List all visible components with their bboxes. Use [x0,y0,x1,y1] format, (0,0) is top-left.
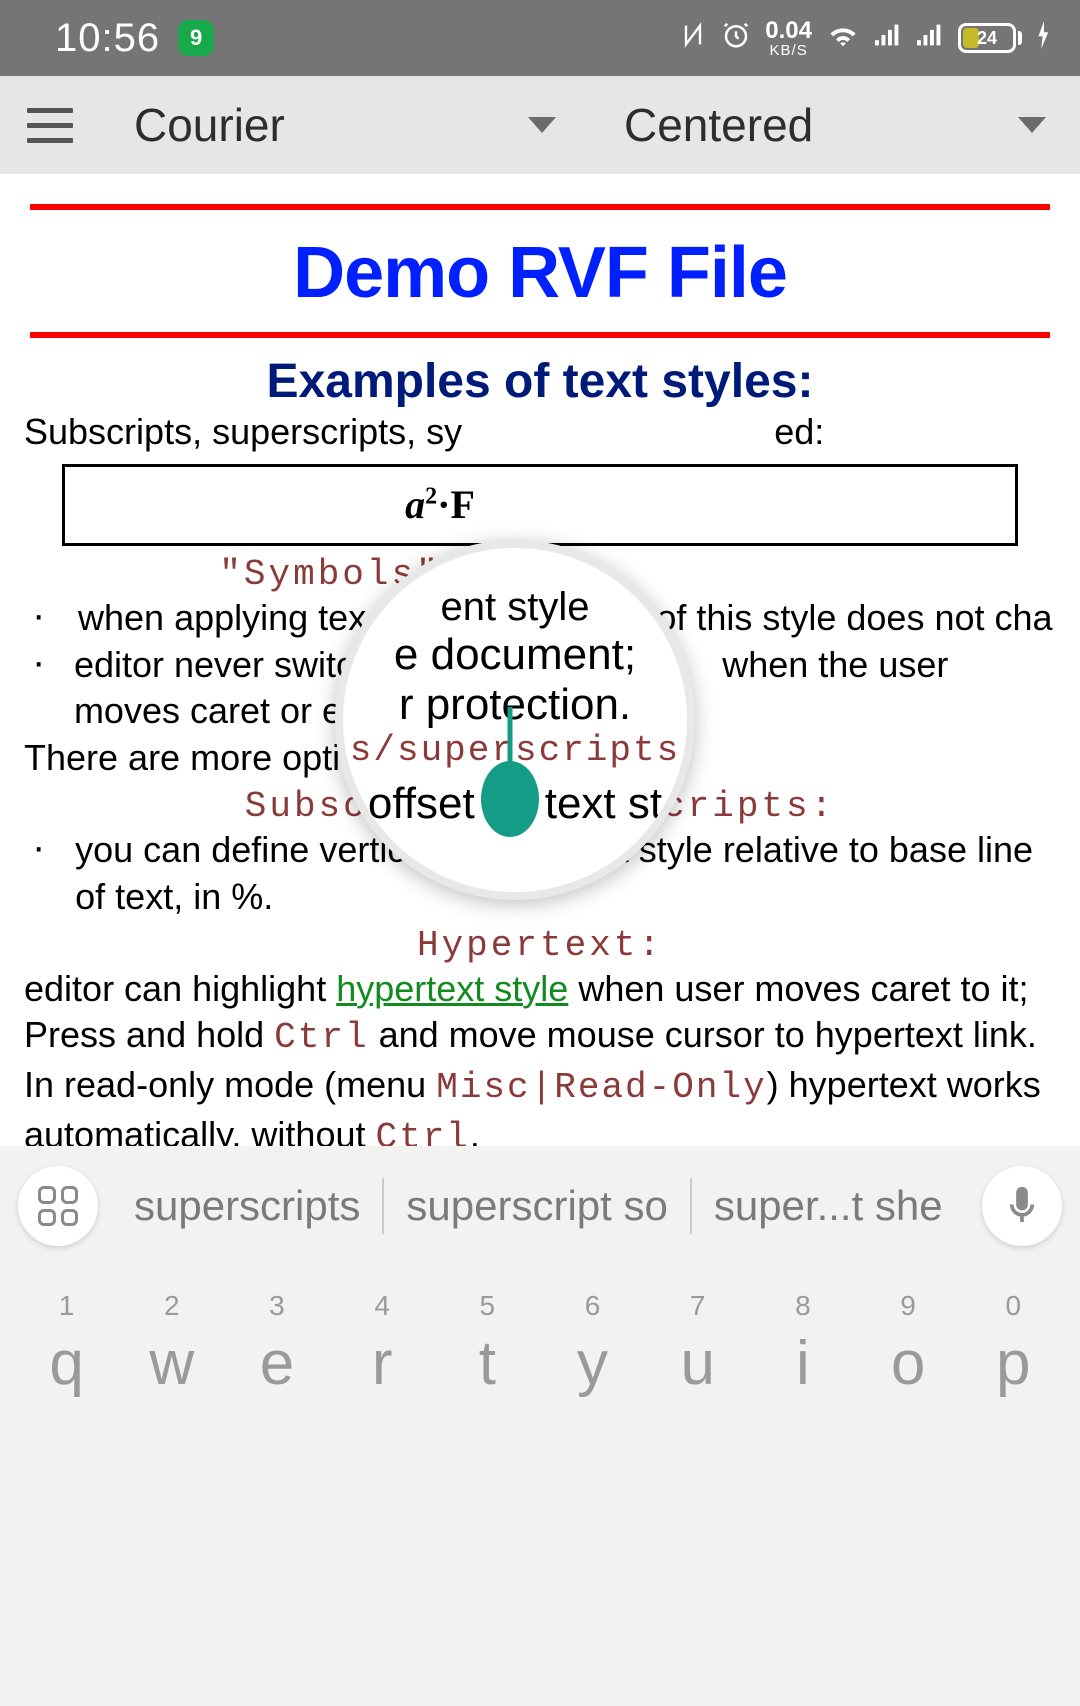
battery-icon: 24 [958,23,1022,53]
document-area[interactable]: Demo RVF File Examples of text styles: S… [0,174,1080,1146]
text-magnifier: ent style e document; r protection. s/su… [335,540,695,900]
microphone-icon [1004,1184,1040,1228]
voice-input-button[interactable] [982,1166,1062,1246]
apps-grid-icon [38,1186,78,1226]
wifi-icon [826,21,860,56]
align-dropdown-label: Centered [624,98,813,152]
key-q[interactable]: 1q [22,1290,112,1399]
status-left: 10:56 9 [55,16,214,61]
status-bar: 10:56 9 0.04 KB/S 24 [0,0,1080,76]
status-right: 0.04 KB/S 24 [679,19,1052,58]
formula-box: a2·F [62,464,1018,546]
align-dropdown[interactable]: Centered [590,76,1080,174]
font-dropdown-label: Courier [134,98,285,152]
charging-icon [1036,21,1052,56]
suggestion-list: superscripts superscript so super...t sh… [112,1178,968,1234]
chevron-down-icon [528,117,556,133]
alarm-icon [721,20,751,57]
key-w[interactable]: 2w [127,1290,217,1399]
keyboard-row-1: 1q2w3e4r5t6y7u8i9o0p [0,1266,1080,1399]
suggestion-item[interactable]: superscripts [112,1182,382,1230]
magnifier-cursor-handle [481,761,539,837]
key-p[interactable]: 0p [968,1290,1058,1399]
key-e[interactable]: 3e [232,1290,322,1399]
suggestion-bar: superscripts superscript so super...t sh… [0,1146,1080,1266]
signal-icon-1 [874,22,902,55]
notification-badge: 9 [178,20,214,56]
toolbar: Courier Centered [0,76,1080,174]
key-u[interactable]: 7u [653,1290,743,1399]
apps-button[interactable] [18,1166,98,1246]
key-o[interactable]: 9o [863,1290,953,1399]
key-i[interactable]: 8i [758,1290,848,1399]
data-speed: 0.04 KB/S [765,19,812,58]
page-title: Demo RVF File [24,210,1056,332]
hypertext-paragraph-2: Press and hold Ctrl and move mouse curso… [24,1012,1056,1146]
keyboard: superscripts superscript so super...t sh… [0,1146,1080,1706]
section-heading: Examples of text styles: [24,354,1056,409]
signal-icon-2 [916,22,944,55]
hypertext-paragraph-1: editor can highlight hypertext style whe… [24,966,1056,1013]
rule-bottom [30,332,1050,338]
menu-button[interactable] [0,76,100,174]
hypertext-link[interactable]: hypertext style [336,968,568,1009]
key-y[interactable]: 6y [548,1290,638,1399]
key-t[interactable]: 5t [442,1290,532,1399]
font-dropdown[interactable]: Courier [100,76,590,174]
nfc-icon [679,21,707,56]
suggestion-item[interactable]: super...t she [692,1182,965,1230]
intro-line: Subscripts, superscripts, sy mmetric, bo… [24,409,1056,456]
chevron-down-icon [1018,117,1046,133]
hypertext-heading: Hypertext: [24,925,1056,966]
key-r[interactable]: 4r [337,1290,427,1399]
suggestion-item[interactable]: superscript so [384,1182,689,1230]
status-time: 10:56 [55,16,160,61]
